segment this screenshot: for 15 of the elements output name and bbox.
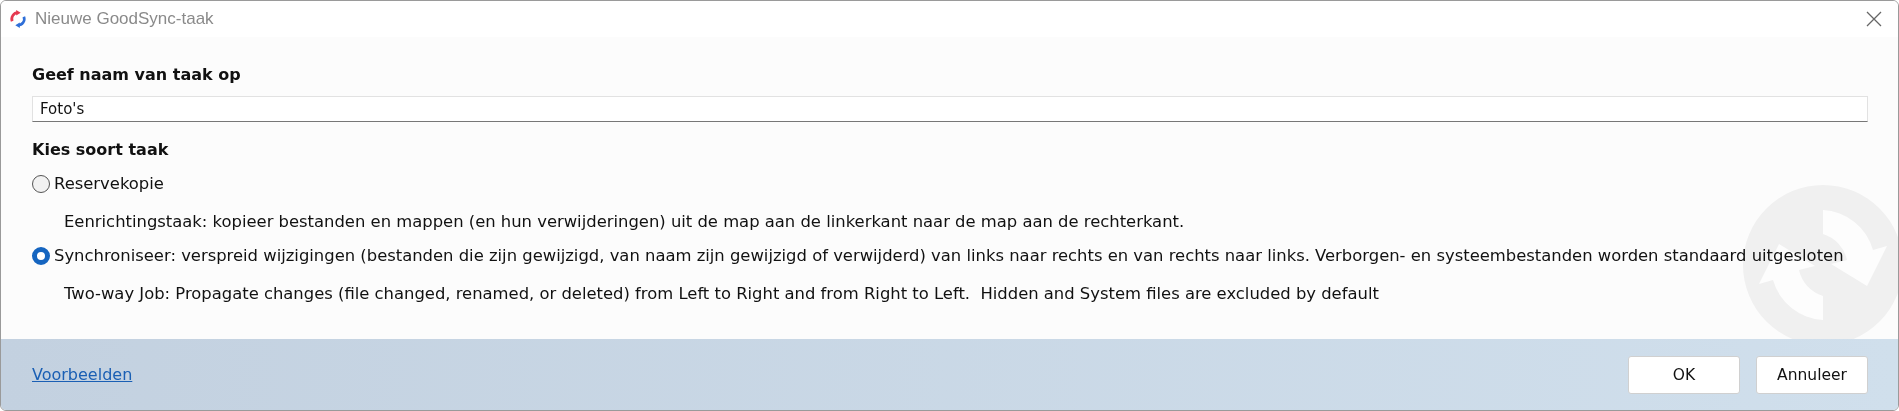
section-heading: Geef naam van taak op [32, 65, 242, 84]
section-heading: Kies soort taak [32, 140, 170, 159]
examples-link[interactable]: Voorbeelden [32, 365, 1628, 384]
radio-button[interactable] [32, 246, 50, 265]
option-description: Eenrichtingstaak: kopieer bestanden en mappen (en hun verwijderingen) uit de map aan de linkerkant naar de map aan de rechterkant. [64, 212, 1186, 231]
option-description: Two-way Job: Propagate changes (file changed, renamed, or deleted) from Left to Right and from Right to Left. Hidden and System files are excluded by default [64, 284, 1380, 303]
option-label: Reservekopie [54, 174, 164, 193]
dialog-button[interactable]: OK [1628, 355, 1740, 394]
sync-logo-icon [9, 10, 27, 28]
dialog-button[interactable]: Annuleer [1756, 355, 1868, 394]
close-icon [1866, 11, 1882, 27]
radio-button[interactable] [32, 174, 50, 193]
task-name-field[interactable]: Foto's [32, 96, 1868, 122]
window-title: Nieuwe GoodSync-taak [35, 9, 215, 29]
option-label: Synchroniseer: verspreid wijzigingen (bestanden die zijn gewijzigd, van naam zijn gewijzigd of verwijderd) van links naar rechts en van rechts naar links. Verborgen- en systeembestanden worden standaard uitgesloten [54, 246, 1844, 265]
